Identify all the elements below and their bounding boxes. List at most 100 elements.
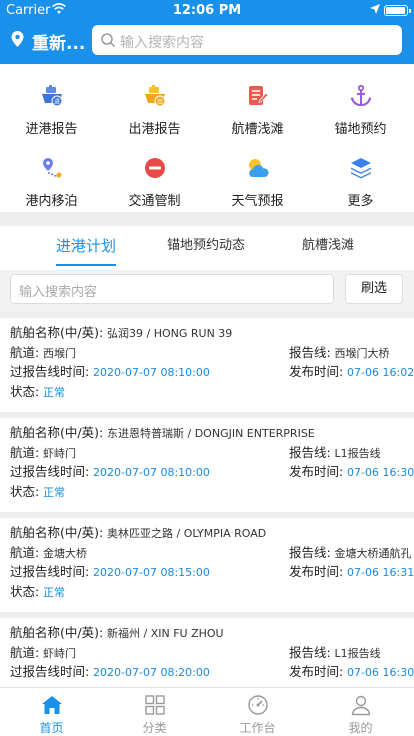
channel-label: 航道: [10,645,40,660]
channel-value: 西堠门 [43,347,77,360]
report-line-label: 报告线: [289,545,331,560]
nav-label: 我的 [348,721,373,735]
menu-label: 港内移泊 [25,194,78,209]
status-bar: Carrier 12:06 PM [0,0,414,20]
menu-label: 更多 [347,194,374,209]
anchor-icon [350,84,372,107]
status-value: 正常 [43,586,66,599]
report-line-value: L1报告线 [334,647,381,660]
ship-name-label: 航舶名称(中/英): [10,525,104,540]
status-label: 状态: [10,484,40,499]
menu-label: 出港报告 [128,122,181,137]
ship-name-value: 弘润39 / HONG RUN 39 [107,327,233,340]
ship-name-label: 航舶名称(中/英): [10,325,104,340]
publish-time-label: 发布时间: [289,664,344,679]
report-line-label: 报告线: [289,645,331,660]
nav-workbench[interactable]: 工作台 [206,688,309,736]
ship-name-value: 奥林匹亚之路 / OLYMPIA ROAD [107,527,267,540]
ship-record-card[interactable]: 航舶名称(中/英): 新福州 / XIN FU ZHOU 航道: 虾峙门 报告线… [0,618,414,687]
ship-record-card[interactable]: 航舶名称(中/英): 弘润39 / HONG RUN 39 航道: 西堠门 报告… [0,318,414,412]
ship-name-value: 东进恩特普瑞斯 / DONGJIN ENTERPRISE [107,427,315,440]
nav-label: 首页 [39,721,64,735]
search-icon [101,33,116,48]
ship-name-value: 新福州 / XIN FU ZHOU [107,627,224,640]
publish-time-label: 发布时间: [289,564,344,579]
menu-item-outbound-report[interactable]: 出 出港报告 [103,74,206,137]
home-icon [42,696,62,714]
menu-item-traffic-control[interactable]: 交通管制 [103,146,206,209]
menu-label: 交通管制 [128,194,181,209]
pass-time-value: 2020-07-07 08:20:00 [93,666,210,679]
channel-value: 金塘大桥 [43,547,88,560]
svg-text:出: 出 [157,98,163,106]
battery-icon [384,5,411,16]
menu-label: 天气预报 [231,194,284,209]
pass-time-label: 过报告线时间: [10,464,90,479]
menu-item-anchorage-booking[interactable]: 锚地预约 [309,74,412,137]
tab-anchorage-booking-status[interactable]: 锚地预约动态 [140,226,272,270]
no-entry-icon [145,158,165,178]
active-tab-indicator [56,264,116,266]
bottom-tab-bar: 首页 分类 工作台 我的 [0,687,414,736]
report-line-label: 报告线: [289,345,331,360]
status-value: 正常 [43,486,66,499]
report-line-label: 报告线: [289,445,331,460]
pass-time-value: 2020-07-07 08:10:00 [93,466,210,479]
nav-home[interactable]: 首页 [0,688,103,736]
publish-time-value: 07-06 16:30 [347,666,414,679]
top-search-input[interactable]: 输入搜索内容 [92,25,402,55]
dashboard-icon [248,695,268,715]
user-icon [351,695,371,716]
channel-value: 虾峙门 [43,647,77,660]
nav-label: 工作台 [239,721,276,735]
report-line-value: L1报告线 [334,447,381,460]
filter-button[interactable]: 刷选 [345,274,403,304]
publish-time-label: 发布时间: [289,364,344,379]
list-search-input[interactable]: 输入搜索内容 [10,274,334,304]
grid-icon [145,695,165,715]
menu-item-channel-shoal[interactable]: 航槽浅滩 [206,74,309,137]
document-edit-icon [249,86,269,105]
report-line-value: 金塘大桥通航孔 [334,547,412,560]
publish-time-value: 07-06 16:30 [347,466,414,479]
layers-icon [351,158,371,179]
tab-channel-shoal[interactable]: 航槽浅滩 [262,226,394,270]
menu-item-inbound-report[interactable]: 进 进港报告 [0,74,103,137]
publish-time-value: 07-06 16:02 [347,366,414,379]
clock: 12:06 PM [172,3,242,18]
ship-out-icon: 出 [145,85,166,107]
menu-item-weather[interactable]: 天气预报 [206,146,309,209]
ship-name-label: 航舶名称(中/英): [10,625,104,640]
menu-label: 锚地预约 [334,122,387,137]
nav-profile[interactable]: 我的 [309,688,412,736]
weather-icon [249,159,269,177]
top-search-placeholder: 输入搜索内容 [120,35,204,51]
status-label: 状态: [10,384,40,399]
list-search-bar: 输入搜索内容 刷选 [0,270,414,312]
route-pin-icon [43,158,62,178]
publish-time-label: 发布时间: [289,464,344,479]
pass-time-label: 过报告线时间: [10,664,90,679]
ship-record-card[interactable]: 航舶名称(中/英): 东进恩特普瑞斯 / DONGJIN ENTERPRISE … [0,418,414,512]
nav-category[interactable]: 分类 [103,688,206,736]
menu-label: 进港报告 [25,122,78,137]
ship-in-icon: 进 [42,85,63,107]
app-header: Carrier 12:06 PM 重新... 输入搜索内容 [0,0,414,64]
menu-item-more[interactable]: 更多 [309,146,412,209]
menu-label: 航槽浅滩 [231,122,284,137]
location-selector[interactable]: 重新... [32,29,85,54]
ship-name-label: 航舶名称(中/英): [10,425,104,440]
channel-label: 航道: [10,445,40,460]
svg-text:进: 进 [54,98,60,106]
location-arrow-icon [370,4,380,14]
menu-item-berth-shift[interactable]: 港内移泊 [0,146,103,209]
ship-record-card[interactable]: 航舶名称(中/英): 奥林匹亚之路 / OLYMPIA ROAD 航道: 金塘大… [0,518,414,612]
list-search-placeholder: 输入搜索内容 [19,285,98,300]
channel-label: 航道: [10,345,40,360]
pass-time-label: 过报告线时间: [10,364,90,379]
feature-grid: 进 进港报告 出 出港报告 航槽浅滩 锚地预约 港内移泊 交通管制 天气预报 更… [0,64,414,212]
channel-value: 虾峙门 [43,447,77,460]
map-pin-icon [11,31,24,47]
channel-label: 航道: [10,545,40,560]
pass-time-label: 过报告线时间: [10,564,90,579]
